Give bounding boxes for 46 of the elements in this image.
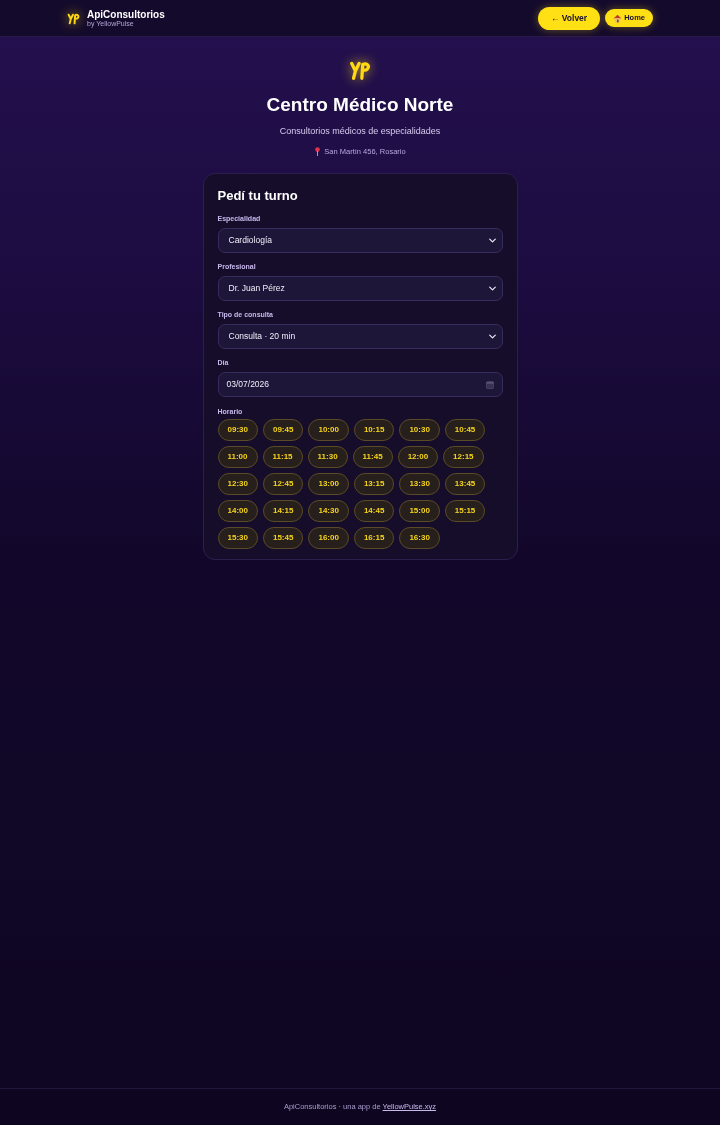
back-button[interactable]: ← Volver bbox=[537, 6, 601, 30]
date-field[interactable]: 03/07/2026 bbox=[217, 372, 503, 397]
time-slot-button[interactable]: 13:00 bbox=[308, 473, 349, 495]
chevron-down-icon bbox=[488, 286, 496, 291]
card-title: Pedí tu turno bbox=[217, 188, 299, 204]
time-slot-button[interactable]: 16:00 bbox=[308, 527, 349, 549]
time-slot-button[interactable]: 13:45 bbox=[444, 473, 486, 495]
time-slot-button[interactable]: 10:15 bbox=[353, 419, 395, 441]
time-slot-button[interactable]: 14:30 bbox=[308, 500, 349, 522]
clinic-subtitle: Consultorios médicos de especialidades bbox=[279, 126, 441, 137]
logo-icon bbox=[67, 11, 80, 25]
time-slot-button[interactable]: 12:30 bbox=[217, 473, 258, 495]
time-slot-button[interactable]: 09:45 bbox=[262, 419, 304, 441]
time-slot-button[interactable]: 15:15 bbox=[444, 500, 486, 522]
time-slot-button[interactable]: 10:30 bbox=[399, 419, 440, 441]
time-slot-button[interactable]: 15:30 bbox=[217, 527, 258, 549]
time-slot-button[interactable]: 11:30 bbox=[307, 446, 348, 468]
time-slot-button[interactable]: 12:15 bbox=[443, 446, 484, 468]
house-icon bbox=[613, 13, 623, 23]
time-slot-button[interactable]: 11:00 bbox=[217, 446, 258, 468]
select-field[interactable]: Dr. Juan Pérez bbox=[217, 276, 503, 301]
calendar-icon bbox=[485, 380, 494, 389]
clinic-title: Centro Médico Norte bbox=[266, 93, 454, 117]
time-slot-button[interactable]: 15:00 bbox=[399, 500, 440, 522]
time-slot-button[interactable]: 12:45 bbox=[262, 473, 304, 495]
time-slot-button[interactable]: 13:15 bbox=[353, 473, 395, 495]
select-field[interactable]: Cardiología bbox=[217, 228, 503, 253]
chevron-down-icon bbox=[488, 238, 496, 243]
time-slot-button[interactable]: 11:45 bbox=[352, 446, 393, 468]
hero-logo-icon bbox=[349, 59, 371, 81]
select-field[interactable]: Consulta · 20 min bbox=[217, 324, 503, 349]
pin-icon bbox=[314, 147, 322, 156]
time-slot-button[interactable]: 14:00 bbox=[217, 500, 258, 522]
time-slot-button[interactable]: 11:15 bbox=[262, 446, 303, 468]
time-slot-button[interactable]: 10:45 bbox=[444, 419, 486, 441]
time-slot-button[interactable]: 12:00 bbox=[397, 446, 439, 468]
time-slot-button[interactable]: 16:30 bbox=[399, 527, 440, 549]
time-slot-button[interactable]: 14:15 bbox=[262, 500, 304, 522]
time-slot-button[interactable]: 13:30 bbox=[399, 473, 440, 495]
time-slot-button[interactable]: 14:45 bbox=[353, 500, 395, 522]
app-name: ApiConsultorios bbox=[87, 8, 165, 20]
chevron-down-icon bbox=[488, 334, 496, 339]
time-slot-button[interactable]: 16:15 bbox=[353, 527, 395, 549]
time-slot-button[interactable]: 10:00 bbox=[308, 419, 349, 441]
time-slot-button[interactable]: 15:45 bbox=[262, 527, 304, 549]
time-slot-button[interactable]: 09:30 bbox=[217, 419, 258, 441]
